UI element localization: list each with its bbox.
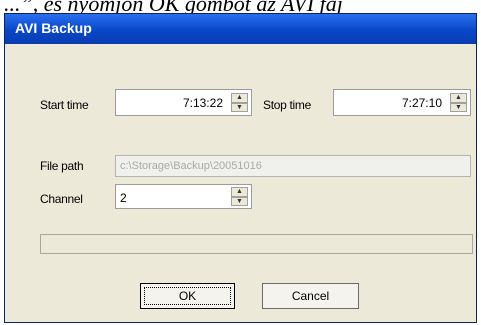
stop-time-spin-buttons[interactable]: ▲ ▼	[450, 93, 467, 112]
cancel-button[interactable]: Cancel	[262, 283, 359, 309]
channel-spin-buttons[interactable]: ▲ ▼	[231, 187, 248, 206]
channel-label: Channel	[40, 192, 83, 206]
file-path-value: c:\Storage\Backup\20051016	[120, 160, 262, 172]
title-bar[interactable]: AVI Backup	[5, 14, 476, 44]
stop-time-spinner[interactable]: 7:27:10 ▲ ▼	[333, 89, 471, 116]
channel-value[interactable]: 2	[120, 191, 127, 205]
spin-up-icon[interactable]: ▲	[450, 93, 467, 103]
file-path-field: c:\Storage\Backup\20051016	[115, 155, 471, 177]
backup-progress-bar	[40, 234, 473, 254]
spin-up-icon[interactable]: ▲	[231, 187, 248, 197]
spin-down-icon[interactable]: ▼	[231, 196, 248, 206]
spin-down-icon[interactable]: ▼	[231, 102, 248, 112]
start-time-spin-buttons[interactable]: ▲ ▼	[231, 93, 248, 112]
start-time-spinner[interactable]: 7:13:22 ▲ ▼	[115, 89, 252, 116]
file-path-label: File path	[40, 159, 84, 173]
stop-time-value[interactable]: 7:27:10	[402, 96, 442, 110]
channel-spinner[interactable]: 2 ▲ ▼	[115, 184, 252, 209]
avi-backup-dialog: AVI Backup Start time 7:13:22 ▲ ▼ Stop t…	[4, 13, 477, 323]
spin-up-icon[interactable]: ▲	[231, 93, 248, 103]
start-time-label: Start time	[40, 98, 89, 112]
start-time-value[interactable]: 7:13:22	[183, 96, 223, 110]
stop-time-label: Stop time	[263, 98, 311, 112]
spin-down-icon[interactable]: ▼	[450, 102, 467, 112]
window-title: AVI Backup	[15, 20, 92, 36]
ok-button[interactable]: OK	[140, 283, 235, 309]
